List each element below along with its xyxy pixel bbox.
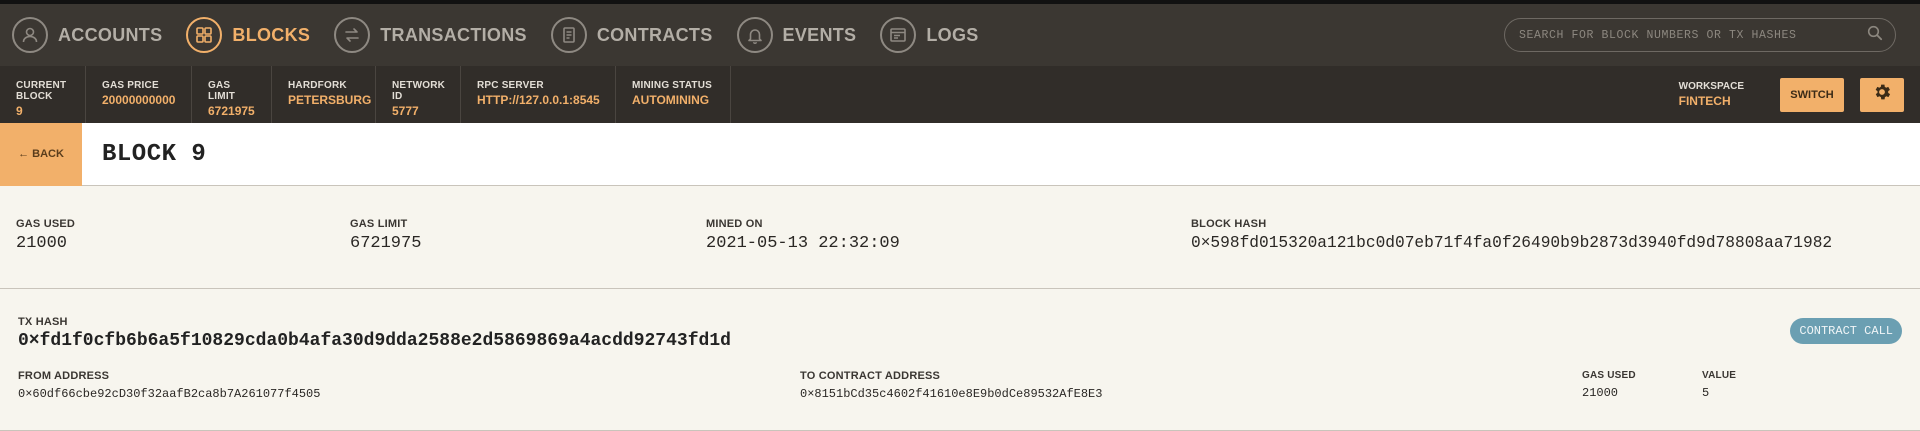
settings-button[interactable] <box>1860 77 1904 112</box>
nav-transactions[interactable]: TRANSACTIONS <box>334 4 527 66</box>
nav-transactions-label: TRANSACTIONS <box>380 24 527 45</box>
nav-logs[interactable]: LOGS <box>880 4 978 66</box>
nav-logs-label: LOGS <box>926 24 979 45</box>
tx-hash: TX HASH 0×fd1f0cfb6b6a5f10829cda0b4afa30… <box>18 316 731 351</box>
tx-value: VALUE 5 <box>1702 370 1736 400</box>
status-label: HARDFORK <box>288 80 347 91</box>
field-value: 0×598fd015320a121bc0d07eb71f4fa0f26490b9… <box>1191 234 1833 252</box>
field-label: VALUE <box>1702 370 1737 381</box>
account-icon <box>12 17 48 53</box>
search-box <box>1504 18 1896 52</box>
page-header: ← BACK BLOCK 9 <box>0 122 1920 186</box>
status-network-id: NETWORK ID 5777 <box>376 66 461 123</box>
status-value: HTTP://127.0.0.1:8545 <box>477 93 600 107</box>
field-value: 6721975 <box>350 234 422 253</box>
field-value: 0×8151bCd35c4602f41610e8E9b0dCe89532AfE8… <box>800 387 1103 401</box>
nav-blocks-label: BLOCKS <box>232 24 311 45</box>
page-title: BLOCK 9 <box>102 140 207 168</box>
field-value: 5 <box>1702 386 1710 400</box>
status-value: 20000000000 <box>102 93 176 107</box>
nav-events[interactable]: EVENTS <box>736 4 857 66</box>
search-icon[interactable] <box>1867 25 1883 46</box>
workspace-label: WORKSPACE <box>1678 81 1744 92</box>
logs-icon <box>880 17 917 53</box>
tx-from-address: FROM ADDRESS 0×60df66cbe92cD30f32aafB2ca… <box>18 370 320 401</box>
status-value: AUTOMINING <box>632 93 710 107</box>
field-label: MINED ON <box>706 218 763 230</box>
status-label: CURRENT BLOCK <box>16 80 67 102</box>
block-hash: BLOCK HASH 0×598fd015320a121bc0d07eb71f4… <box>1191 218 1832 252</box>
block-details: GAS USED 21000 GAS LIMIT 6721975 MINED O… <box>0 186 1920 289</box>
field-label: TX HASH <box>18 316 68 328</box>
field-value: 0×60df66cbe92cD30f32aafB2ca8b7A261077f45… <box>18 387 321 401</box>
workspace-name: FINTECH <box>1678 94 1731 108</box>
workspace-controls: WORKSPACE FINTECH SWITCH <box>1679 66 1904 123</box>
block-gas-limit: GAS LIMIT 6721975 <box>350 218 421 253</box>
status-label: NETWORK ID <box>392 80 446 102</box>
tx-hash-value: 0×fd1f0cfb6b6a5f10829cda0b4afa30d9dda258… <box>18 331 731 351</box>
status-rpc-server: RPC SERVER HTTP://127.0.0.1:8545 <box>461 66 616 123</box>
field-label: BLOCK HASH <box>1191 218 1267 230</box>
field-label: TO CONTRACT ADDRESS <box>800 370 941 382</box>
main-nav: ACCOUNTS BLOCKS TRANSACTIONS CONTRACTS E… <box>0 4 1920 66</box>
status-mining-status: MINING STATUS AUTOMINING <box>616 66 731 123</box>
status-label: GAS LIMIT <box>208 80 236 102</box>
nav-accounts[interactable]: ACCOUNTS <box>12 4 162 66</box>
status-label: RPC SERVER <box>477 80 544 91</box>
nav-blocks[interactable]: BLOCKS <box>186 4 310 66</box>
block-gas-used: GAS USED 21000 <box>16 218 75 253</box>
nav-events-label: EVENTS <box>782 24 857 45</box>
bell-icon <box>736 17 773 53</box>
status-gas-limit: GAS LIMIT 6721975 <box>192 66 272 123</box>
nav-contracts[interactable]: CONTRACTS <box>550 4 713 66</box>
field-label: GAS USED <box>16 218 76 230</box>
status-bar: CURRENT BLOCK 9 GAS PRICE 20000000000 GA… <box>0 66 1920 123</box>
nav-accounts-label: ACCOUNTS <box>58 24 163 45</box>
field-label: GAS LIMIT <box>350 218 408 230</box>
block-mined-on: MINED ON 2021-05-13 22:32:09 <box>706 218 900 253</box>
status-value: 5777 <box>392 104 419 118</box>
status-label: MINING STATUS <box>632 80 713 91</box>
field-value: 21000 <box>16 234 68 253</box>
status-hardfork: HARDFORK PETERSBURG <box>272 66 376 123</box>
field-label: GAS USED <box>1582 370 1636 381</box>
transaction-row[interactable]: TX HASH 0×fd1f0cfb6b6a5f10829cda0b4afa30… <box>0 290 1920 431</box>
status-gas-price: GAS PRICE 20000000000 <box>86 66 192 123</box>
field-label: FROM ADDRESS <box>18 370 110 382</box>
tx-to-address: TO CONTRACT ADDRESS 0×8151bCd35c4602f416… <box>800 370 1102 401</box>
nav-contracts-label: CONTRACTS <box>596 24 713 45</box>
blocks-icon <box>186 17 223 53</box>
back-button[interactable]: ← BACK <box>0 122 82 186</box>
field-value: 2021-05-13 22:32:09 <box>706 234 900 253</box>
contracts-icon <box>550 17 587 53</box>
search-input[interactable] <box>1519 28 1867 42</box>
status-value: 6721975 <box>208 104 255 118</box>
status-current-block: CURRENT BLOCK 9 <box>0 66 86 123</box>
tx-type-badge: CONTRACT CALL <box>1790 318 1902 344</box>
field-value: 21000 <box>1582 386 1619 400</box>
status-value: PETERSBURG <box>288 93 372 107</box>
tx-gas-used: GAS USED 21000 <box>1582 370 1636 400</box>
transactions-icon <box>334 17 371 53</box>
status-label: GAS PRICE <box>102 80 159 91</box>
workspace-info: WORKSPACE FINTECH <box>1679 81 1780 108</box>
switch-workspace-button[interactable]: SWITCH <box>1780 77 1844 112</box>
gear-icon <box>1872 82 1892 107</box>
status-value: 9 <box>16 104 23 118</box>
